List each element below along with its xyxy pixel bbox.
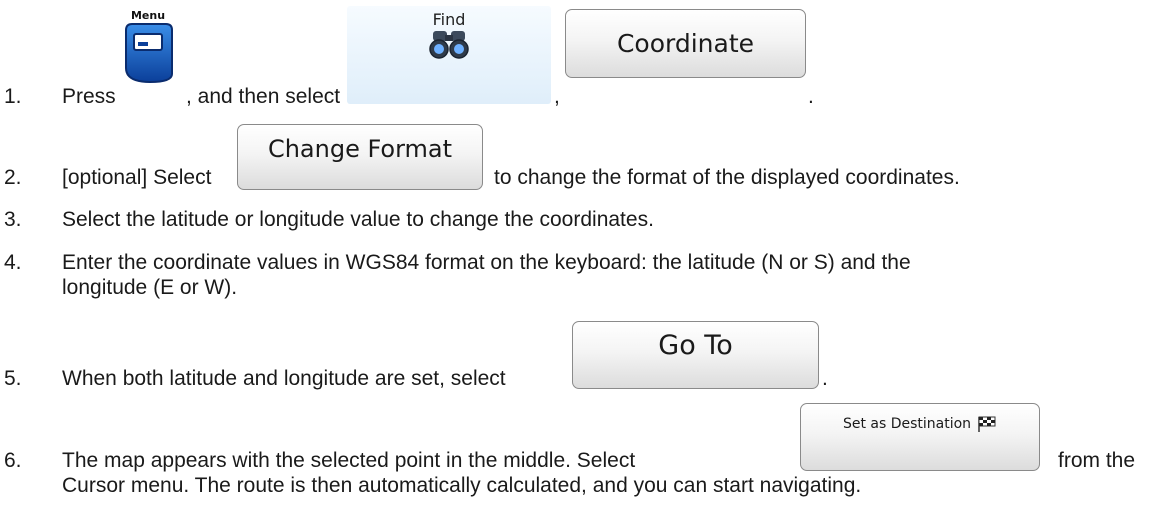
- step-text: The map appears with the selected point …: [62, 449, 636, 472]
- step-number: 3.: [4, 208, 22, 231]
- find-label: Find: [432, 10, 466, 29]
- step-text: longitude (E or W).: [62, 276, 238, 299]
- step-text: Cursor menu. The route is then automatic…: [62, 474, 862, 497]
- set-as-destination-label: Set as Destination: [842, 416, 972, 432]
- checkered-flag-icon: [978, 416, 996, 432]
- step-text: .: [822, 367, 828, 390]
- step-number: 2.: [4, 166, 22, 189]
- step-text: from the: [1058, 449, 1136, 472]
- set-as-destination-button[interactable]: Set as Destination: [800, 403, 1040, 471]
- find-button[interactable]: Find: [347, 6, 551, 104]
- step-text: Press: [62, 85, 116, 108]
- step-text: .: [808, 85, 814, 108]
- step-text: , and then select: [186, 85, 341, 108]
- change-format-button[interactable]: Change Format: [237, 124, 483, 190]
- menu-label: Menu: [130, 9, 166, 22]
- step-number: 5.: [4, 367, 22, 390]
- step-number: 4.: [4, 251, 22, 274]
- menu-button[interactable]: Menu: [117, 10, 179, 84]
- coordinate-button[interactable]: Coordinate: [565, 9, 806, 78]
- go-to-button[interactable]: Go To: [572, 321, 819, 389]
- step-text: Enter the coordinate values in WGS84 for…: [62, 251, 911, 274]
- step-text: to change the format of the displayed co…: [494, 166, 960, 189]
- menu-icon: [125, 23, 173, 84]
- step-text: Select the latitude or longitude value t…: [62, 208, 654, 231]
- step-number: 6.: [4, 449, 22, 472]
- step-text: [optional] Select: [62, 166, 212, 189]
- step-number: 1.: [4, 85, 22, 108]
- step-text: When both latitude and longitude are set…: [62, 367, 506, 390]
- binoculars-icon: [429, 31, 469, 59]
- step-text: ,: [554, 85, 560, 108]
